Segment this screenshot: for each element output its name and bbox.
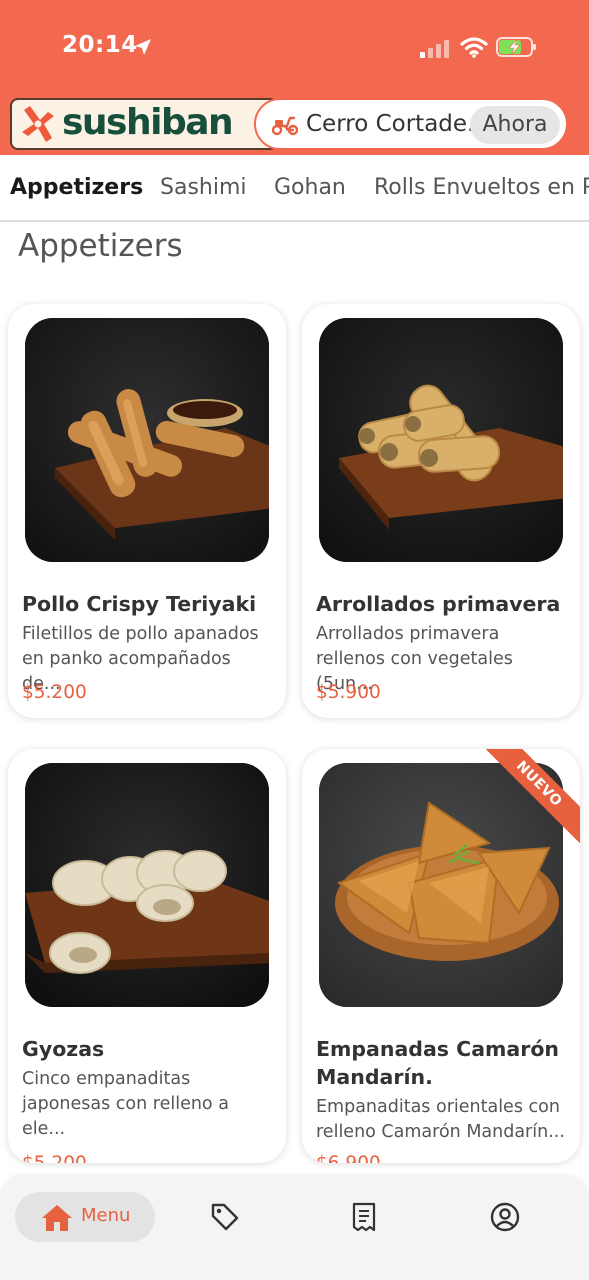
- logo-text: sushiban: [62, 102, 234, 143]
- bottom-navigation: Menu: [0, 1176, 589, 1280]
- product-price: $5.900: [316, 682, 381, 703]
- tab-sashimi[interactable]: Sashimi: [160, 175, 247, 200]
- tag-icon[interactable]: [210, 1202, 240, 1232]
- time-option-button[interactable]: Ahora: [470, 106, 560, 144]
- product-name: Arrollados primavera: [316, 592, 561, 616]
- product-price: $5.200: [22, 682, 87, 703]
- category-tabs: Appetizers Sashimi Gohan Rolls Envueltos…: [0, 155, 589, 222]
- signal-icon: [420, 40, 449, 58]
- product-card[interactable]: NUEVO Empanadas Camarón Mandarín. Empana…: [302, 749, 580, 1163]
- tab-appetizers[interactable]: Appetizers: [10, 175, 143, 200]
- product-description: Empanaditas orientales con relleno Camar…: [316, 1097, 565, 1142]
- home-icon: [42, 1205, 72, 1231]
- scooter-icon: [272, 116, 298, 136]
- tab-rolls-envueltos[interactable]: Rolls Envueltos en P: [374, 175, 589, 200]
- product-price: $5.200: [22, 1153, 87, 1163]
- user-icon[interactable]: [490, 1202, 520, 1232]
- product-image: [319, 318, 563, 562]
- new-badge: NUEVO: [470, 749, 580, 859]
- section-title: Appetizers: [18, 228, 183, 264]
- product-image: [25, 763, 269, 1007]
- product-price: $6.900: [316, 1153, 381, 1163]
- logo-mark-icon: [22, 106, 54, 142]
- receipt-icon[interactable]: [350, 1202, 378, 1232]
- location-arrow-icon: [135, 39, 151, 55]
- product-card[interactable]: Gyozas Cinco empanaditas japonesas con r…: [8, 749, 286, 1163]
- product-card[interactable]: Pollo Crispy Teriyaki Filetillos de poll…: [8, 304, 286, 718]
- location-selector[interactable]: Cerro Cortade... Ahora: [254, 98, 568, 150]
- product-name: Empanadas Camarón Mandarín.: [316, 1037, 560, 1089]
- nav-menu-button[interactable]: Menu: [15, 1192, 155, 1242]
- battery-charging-icon: [496, 37, 536, 57]
- status-time: 20:14: [62, 32, 138, 58]
- product-card[interactable]: Arrollados primavera Arrollados primaver…: [302, 304, 580, 718]
- product-name: Pollo Crispy Teriyaki: [22, 592, 257, 616]
- new-badge-label: NUEVO: [476, 749, 580, 847]
- nav-menu-label: Menu: [81, 1205, 131, 1226]
- location-text: Cerro Cortade...: [306, 111, 489, 137]
- top-header: 20:14 sushiban Cerro Cortade... Ahora: [0, 0, 589, 155]
- brand-logo[interactable]: sushiban: [10, 98, 278, 150]
- product-description: Cinco empanaditas japonesas con relleno …: [22, 1069, 229, 1139]
- wifi-icon: [460, 37, 488, 58]
- tab-gohan[interactable]: Gohan: [274, 175, 346, 200]
- product-image: [25, 318, 269, 562]
- product-name: Gyozas: [22, 1037, 105, 1061]
